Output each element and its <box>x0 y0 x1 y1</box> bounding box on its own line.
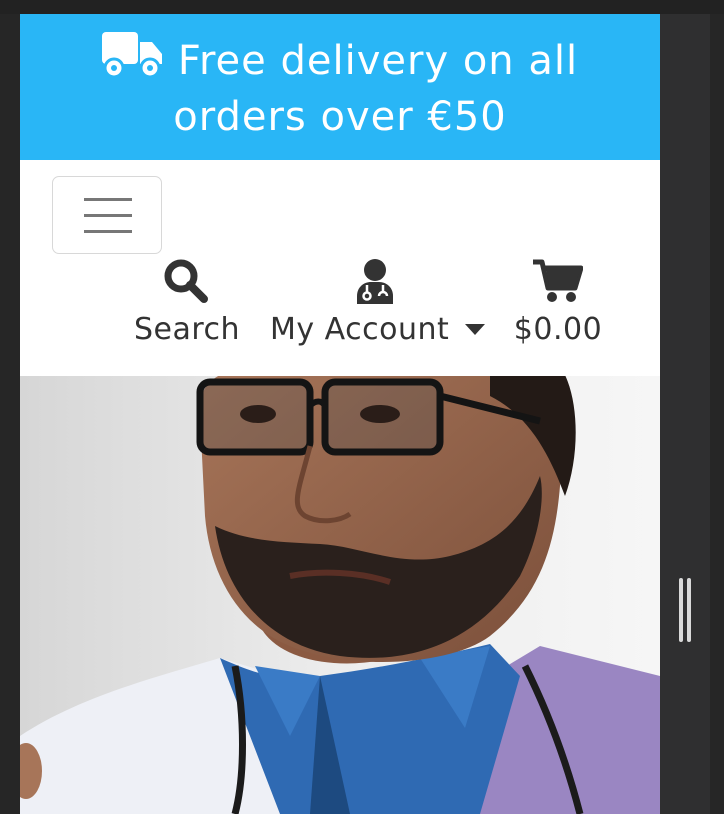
window-top-strip <box>0 0 724 14</box>
site-header: Search My Account $0.00 <box>20 160 660 376</box>
menu-toggle-button[interactable] <box>52 176 162 254</box>
caret-down-icon <box>465 324 486 335</box>
promo-bar: Free delivery on all orders over €50 <box>20 14 660 160</box>
search-button[interactable]: Search <box>134 258 241 350</box>
truck-icon <box>101 32 162 78</box>
cart-button[interactable]: $0.00 <box>506 258 610 350</box>
hero-image <box>20 376 660 814</box>
hamburger-line <box>84 214 132 217</box>
user-doctor-icon <box>357 259 393 304</box>
promo-text: Free delivery on all orders over €50 <box>20 30 660 145</box>
shopping-cart-icon <box>533 259 583 302</box>
doctor-portrait-photo <box>20 376 660 814</box>
hamburger-line <box>84 230 132 233</box>
cart-total-label: $0.00 <box>513 312 603 347</box>
side-panel <box>660 14 710 814</box>
promo-line-1: Free delivery on all <box>177 38 579 84</box>
promo-line-2: orders over €50 <box>173 94 507 140</box>
my-account-label: My Account <box>270 312 450 347</box>
hamburger-icon <box>84 198 132 201</box>
page: Free delivery on all orders over €50 Sea… <box>20 14 660 814</box>
my-account-dropdown[interactable]: My Account <box>270 258 486 350</box>
search-icon <box>164 259 208 303</box>
scrollbar-handle[interactable] <box>676 578 694 642</box>
account-label-row: My Account <box>270 310 486 350</box>
browser-frame: Free delivery on all orders over €50 Sea… <box>0 0 724 814</box>
search-label: Search <box>134 312 241 347</box>
